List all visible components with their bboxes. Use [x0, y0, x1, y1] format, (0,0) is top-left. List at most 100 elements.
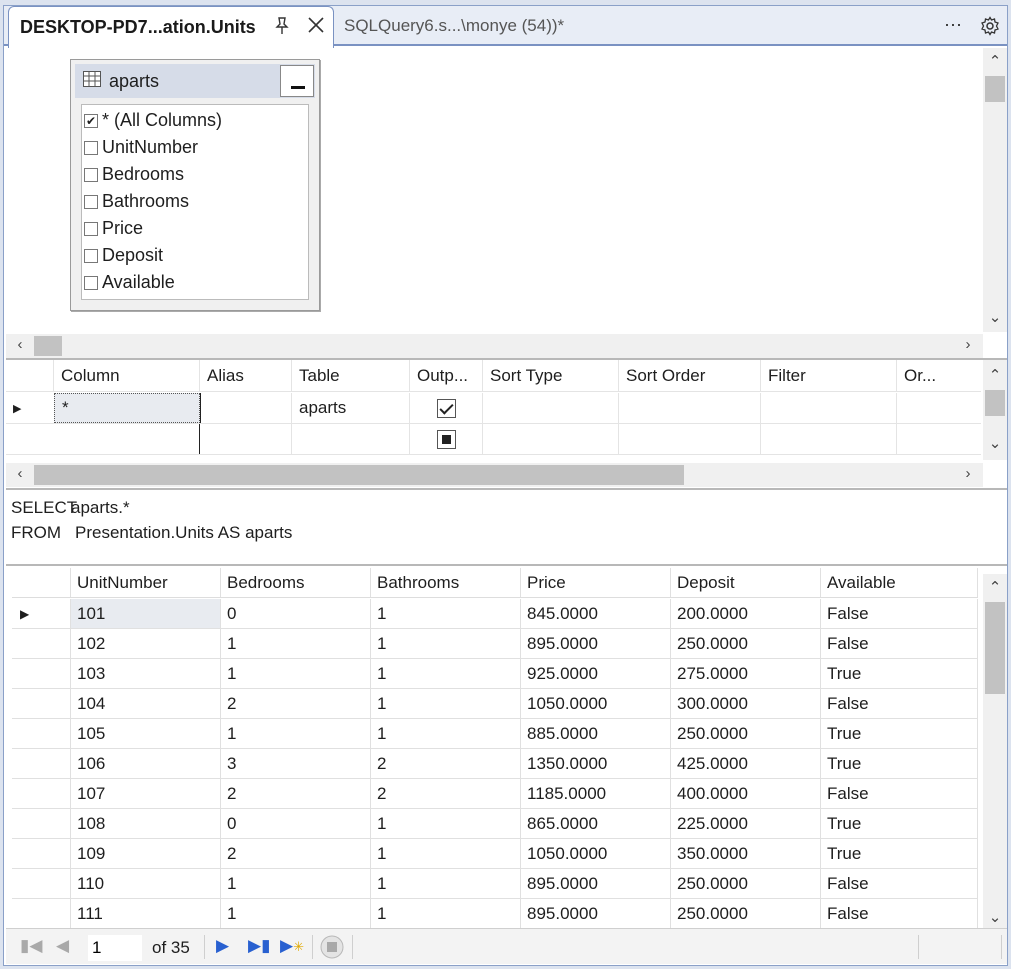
cell-price[interactable]: 925.0000	[521, 659, 671, 688]
checkbox-icon[interactable]	[84, 167, 98, 182]
cell-available[interactable]: False	[821, 599, 978, 628]
results-header-unitnumber[interactable]: UnitNumber	[71, 568, 221, 597]
checkbox-icon[interactable]	[84, 248, 98, 263]
criteria-cell-output[interactable]	[410, 424, 483, 454]
row-selector[interactable]	[12, 689, 71, 718]
cell-bathrooms[interactable]: 1	[371, 869, 521, 898]
cell-price[interactable]: 845.0000	[521, 599, 671, 628]
cell-price[interactable]: 895.0000	[521, 899, 671, 928]
cell-bathrooms[interactable]: 1	[371, 809, 521, 838]
row-selector[interactable]	[12, 659, 71, 688]
checkbox-icon[interactable]	[84, 275, 98, 290]
tab-sqlquery6[interactable]: SQLQuery6.s...\monye (54))*	[342, 6, 564, 46]
column-item-available[interactable]: Available	[82, 269, 308, 296]
table-box-header[interactable]: aparts	[75, 64, 315, 98]
scroll-thumb[interactable]	[985, 602, 1005, 694]
criteria-cell-sort-type[interactable]	[483, 393, 619, 423]
checkbox-checked-icon[interactable]: ✔	[84, 113, 98, 128]
cell-deposit[interactable]: 200.0000	[671, 599, 821, 628]
criteria-header-or[interactable]: Or...	[897, 360, 981, 391]
scroll-down-icon[interactable]: ⌄	[983, 908, 1007, 926]
scroll-down-icon[interactable]: ⌄	[983, 308, 1007, 326]
column-item-deposit[interactable]: Deposit	[82, 242, 308, 269]
sql-pane[interactable]: SELECTaparts.* FROM Presentation.Units AS…	[6, 488, 1007, 566]
scroll-thumb[interactable]	[985, 76, 1005, 102]
cell-unitnumber[interactable]: 101	[71, 599, 221, 628]
row-selector[interactable]	[12, 629, 71, 658]
cell-deposit[interactable]: 250.0000	[671, 899, 821, 928]
cell-available[interactable]: True	[821, 749, 978, 778]
scroll-thumb[interactable]	[985, 390, 1005, 416]
table-row[interactable]: 103 1 1 925.0000 275.0000 True	[12, 659, 978, 689]
minimize-button[interactable]	[280, 65, 314, 97]
cell-price[interactable]: 895.0000	[521, 869, 671, 898]
cell-bathrooms[interactable]: 1	[371, 629, 521, 658]
cell-bedrooms[interactable]: 3	[221, 749, 371, 778]
criteria-cell-column[interactable]: *	[54, 393, 200, 423]
scroll-thumb[interactable]	[34, 336, 62, 356]
cell-bedrooms[interactable]: 1	[221, 719, 371, 748]
scroll-down-icon[interactable]: ⌄	[983, 434, 1007, 452]
cell-deposit[interactable]: 225.0000	[671, 809, 821, 838]
cell-bedrooms[interactable]: 2	[221, 689, 371, 718]
table-row[interactable]: 105 1 1 885.0000 250.0000 True	[12, 719, 978, 749]
cell-available[interactable]: True	[821, 659, 978, 688]
column-item-price[interactable]: Price	[82, 215, 308, 242]
cell-bedrooms[interactable]: 1	[221, 899, 371, 928]
diagram-pane[interactable]: aparts ✔ * (All Columns) UnitNumber Bedr…	[6, 48, 1007, 358]
scroll-right-icon[interactable]: ›	[956, 465, 980, 482]
cell-price[interactable]: 1350.0000	[521, 749, 671, 778]
table-row[interactable]: 108 0 1 865.0000 225.0000 True	[12, 809, 978, 839]
criteria-cell-alias[interactable]	[200, 424, 292, 454]
results-header-deposit[interactable]: Deposit	[671, 568, 821, 597]
cell-price[interactable]: 1050.0000	[521, 839, 671, 868]
cell-bedrooms[interactable]: 0	[221, 599, 371, 628]
cell-deposit[interactable]: 250.0000	[671, 869, 821, 898]
criteria-cell-sort-type[interactable]	[483, 424, 619, 454]
criteria-cell-column[interactable]	[54, 424, 200, 454]
tab-units-designer[interactable]: DESKTOP-PD7...ation.Units	[8, 6, 334, 48]
cell-unitnumber[interactable]: 106	[71, 749, 221, 778]
criteria-cell-output[interactable]	[410, 393, 483, 423]
criteria-cell-table[interactable]: aparts	[292, 393, 410, 423]
cell-price[interactable]: 1050.0000	[521, 689, 671, 718]
first-record-icon[interactable]: ▮◀	[20, 936, 42, 956]
cell-available[interactable]: False	[821, 869, 978, 898]
table-row[interactable]: 102 1 1 895.0000 250.0000 False	[12, 629, 978, 659]
criteria-vertical-scrollbar[interactable]: ⌃ ⌄	[983, 360, 1007, 460]
cell-price[interactable]: 865.0000	[521, 809, 671, 838]
table-row[interactable]: 107 2 2 1185.0000 400.0000 False	[12, 779, 978, 809]
criteria-header-table[interactable]: Table	[292, 360, 410, 391]
diagram-vertical-scrollbar[interactable]: ⌃ ⌄	[983, 48, 1007, 332]
gear-icon[interactable]	[980, 16, 1000, 41]
criteria-header-sort-type[interactable]: Sort Type	[483, 360, 619, 391]
row-selector[interactable]	[12, 779, 71, 808]
row-selector[interactable]	[12, 899, 71, 928]
next-record-icon[interactable]: ▶	[216, 936, 229, 956]
close-icon[interactable]	[307, 16, 325, 39]
cell-deposit[interactable]: 250.0000	[671, 719, 821, 748]
scroll-up-icon[interactable]: ⌃	[983, 52, 1007, 70]
cell-bedrooms[interactable]: 2	[221, 779, 371, 808]
cell-bedrooms[interactable]: 1	[221, 869, 371, 898]
cell-bedrooms[interactable]: 2	[221, 839, 371, 868]
cell-available[interactable]: False	[821, 899, 978, 928]
column-item-bedrooms[interactable]: Bedrooms	[82, 161, 308, 188]
row-selector[interactable]	[12, 749, 71, 778]
table-row[interactable]: 111 1 1 895.0000 250.0000 False	[12, 899, 978, 929]
criteria-cell-sort-order[interactable]	[619, 424, 761, 454]
cell-available[interactable]: False	[821, 689, 978, 718]
cell-price[interactable]: 885.0000	[521, 719, 671, 748]
cell-deposit[interactable]: 275.0000	[671, 659, 821, 688]
table-row[interactable]: 110 1 1 895.0000 250.0000 False	[12, 869, 978, 899]
scroll-left-icon[interactable]: ‹	[8, 465, 32, 482]
cell-bathrooms[interactable]: 1	[371, 839, 521, 868]
criteria-header-output[interactable]: Outp...	[410, 360, 483, 391]
cell-bathrooms[interactable]: 1	[371, 899, 521, 928]
cell-bathrooms[interactable]: 1	[371, 689, 521, 718]
cell-bathrooms[interactable]: 1	[371, 719, 521, 748]
row-selector[interactable]	[12, 809, 71, 838]
checkbox-icon[interactable]	[84, 221, 98, 236]
output-checkbox[interactable]	[436, 429, 456, 449]
column-item-bathrooms[interactable]: Bathrooms	[82, 188, 308, 215]
